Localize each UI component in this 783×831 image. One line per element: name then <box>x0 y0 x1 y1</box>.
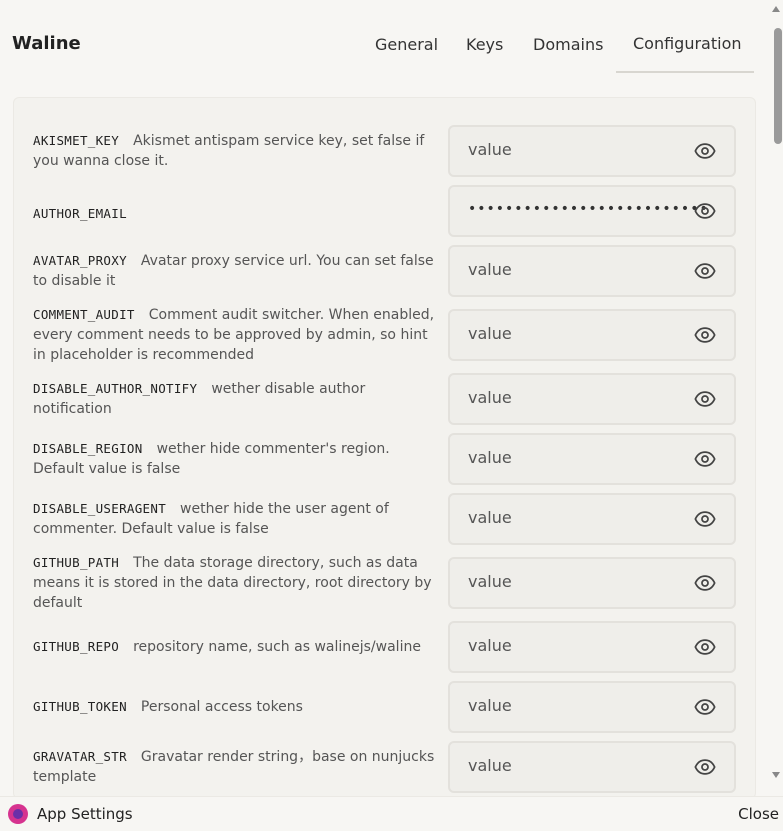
setting-description-block: GITHUB_PATH The data storage directory, s… <box>33 553 443 613</box>
input-placeholder: value <box>468 260 512 279</box>
setting-key: AVATAR_PROXY <box>33 253 127 268</box>
setting-description-block: GRAVATAR_STR Gravatar render string，base … <box>33 747 443 787</box>
close-button[interactable]: Close <box>738 805 779 823</box>
footer-label: App Settings <box>37 805 133 823</box>
eye-icon[interactable] <box>694 324 716 346</box>
footer-bar: App Settings Close <box>0 796 783 831</box>
setting-description-block: DISABLE_USERAGENT wether hide the user ag… <box>33 499 443 539</box>
setting-value-input[interactable]: value <box>448 681 736 733</box>
setting-value-input[interactable]: value <box>448 557 736 609</box>
setting-key: AUTHOR_EMAIL <box>33 206 127 221</box>
scroll-up-arrow-icon[interactable] <box>772 6 780 12</box>
input-placeholder: value <box>468 448 512 467</box>
input-placeholder: value <box>468 572 512 591</box>
eye-icon[interactable] <box>694 508 716 530</box>
eye-icon[interactable] <box>694 572 716 594</box>
eye-icon[interactable] <box>694 388 716 410</box>
setting-key: GITHUB_REPO <box>33 639 120 654</box>
setting-value-input[interactable]: value <box>448 493 736 545</box>
setting-key: AKISMET_KEY <box>33 133 120 148</box>
header: Waline General Keys Domains Configuratio… <box>0 0 770 88</box>
setting-key: DISABLE_REGION <box>33 441 143 456</box>
setting-description-block: DISABLE_AUTHOR_NOTIFY wether disable auth… <box>33 379 443 419</box>
setting-value-input[interactable]: value <box>448 245 736 297</box>
masked-value: •••••••••••••••••••••••••• <box>468 201 709 217</box>
setting-description-block: AUTHOR_EMAIL <box>33 204 443 224</box>
eye-icon[interactable] <box>694 696 716 718</box>
setting-value-input[interactable]: •••••••••••••••••••••••••• <box>448 185 736 237</box>
app-title: Waline <box>12 33 81 54</box>
setting-description-block: GITHUB_TOKEN Personal access tokens <box>33 697 443 717</box>
setting-key: DISABLE_USERAGENT <box>33 501 167 516</box>
setting-value-input[interactable]: value <box>448 741 736 793</box>
setting-description: Personal access tokens <box>140 699 303 715</box>
scrollbar[interactable] <box>770 0 783 790</box>
input-placeholder: value <box>468 388 512 407</box>
setting-key: GITHUB_TOKEN <box>33 699 127 714</box>
setting-key: GRAVATAR_STR <box>33 749 127 764</box>
scroll-down-arrow-icon[interactable] <box>772 772 780 778</box>
input-placeholder: value <box>468 140 512 159</box>
setting-description-block: DISABLE_REGION wether hide commenter's re… <box>33 439 443 479</box>
eye-icon[interactable] <box>694 448 716 470</box>
active-tab-indicator <box>616 71 754 73</box>
setting-value-input[interactable]: value <box>448 125 736 177</box>
setting-value-input[interactable]: value <box>448 309 736 361</box>
input-placeholder: value <box>468 756 512 775</box>
input-placeholder: value <box>468 696 512 715</box>
setting-key: GITHUB_PATH <box>33 555 120 570</box>
scroll-thumb[interactable] <box>774 28 782 144</box>
tab-keys[interactable]: Keys <box>466 35 503 54</box>
setting-description-block: GITHUB_REPO repository name, such as wali… <box>33 637 443 657</box>
setting-key: COMMENT_AUDIT <box>33 307 135 322</box>
eye-icon[interactable] <box>694 140 716 162</box>
setting-key: DISABLE_AUTHOR_NOTIFY <box>33 381 198 396</box>
eye-icon[interactable] <box>694 756 716 778</box>
eye-icon[interactable] <box>694 200 716 222</box>
tab-configuration[interactable]: Configuration <box>633 34 742 53</box>
input-placeholder: value <box>468 324 512 343</box>
input-placeholder: value <box>468 636 512 655</box>
tab-general[interactable]: General <box>375 35 438 54</box>
app-settings-icon <box>8 804 28 824</box>
setting-value-input[interactable]: value <box>448 433 736 485</box>
eye-icon[interactable] <box>694 636 716 658</box>
configuration-panel: AKISMET_KEY Akismet antispam service key,… <box>13 97 756 799</box>
setting-description-block: AVATAR_PROXY Avatar proxy service url. Yo… <box>33 251 443 291</box>
setting-value-input[interactable]: value <box>448 373 736 425</box>
tab-domains[interactable]: Domains <box>533 35 603 54</box>
setting-description-block: AKISMET_KEY Akismet antispam service key,… <box>33 131 443 171</box>
setting-description: repository name, such as walinejs/waline <box>133 639 421 655</box>
eye-icon[interactable] <box>694 260 716 282</box>
input-placeholder: value <box>468 508 512 527</box>
setting-description-block: COMMENT_AUDIT Comment audit switcher. Whe… <box>33 305 443 365</box>
setting-value-input[interactable]: value <box>448 621 736 673</box>
